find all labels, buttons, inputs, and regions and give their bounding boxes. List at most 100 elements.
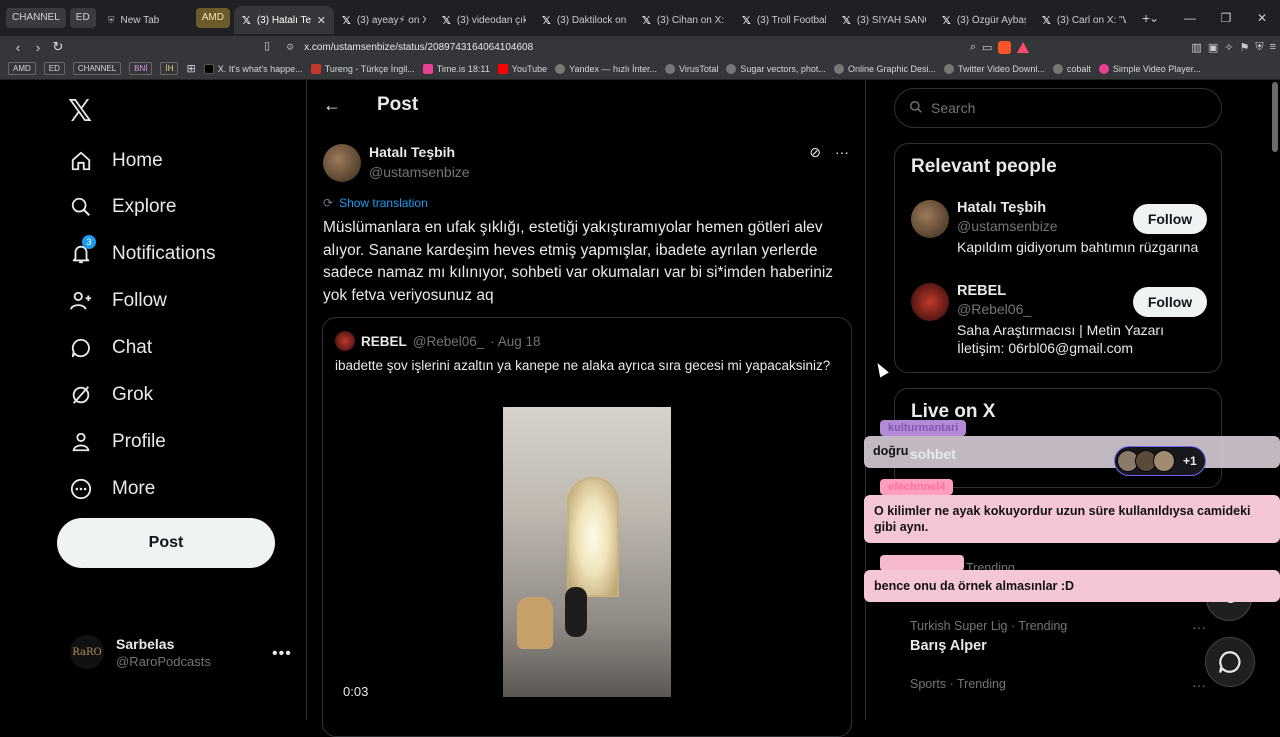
nav-label: Profile — [112, 431, 166, 452]
avatar: RaRO — [70, 635, 104, 669]
tab-group-amd[interactable]: AMD — [195, 8, 230, 28]
messages-fab-button[interactable] — [1205, 637, 1255, 687]
x-logo-icon[interactable]: 𝕏 — [68, 94, 92, 129]
forward-icon[interactable]: › — [28, 40, 48, 55]
account-name: Sarbelas — [116, 635, 175, 652]
site-info-icon[interactable]: ⚙ — [286, 42, 294, 53]
nav-home[interactable]: Home — [68, 148, 163, 174]
trend-item[interactable]: Turkish Super Lig · Trending Barış Alper… — [910, 619, 1206, 654]
tab-new-tab[interactable]: ⛨ New Tab — [100, 6, 192, 34]
window-close-icon[interactable]: ✕ — [1244, 11, 1280, 25]
account-switcher[interactable]: RaRO Sarbelas @RaroPodcasts — [70, 635, 211, 669]
avatar[interactable] — [323, 144, 361, 182]
apps-grid-icon[interactable]: ⊞ — [186, 62, 195, 75]
follow-button[interactable]: Follow — [1133, 287, 1207, 317]
bookmark-item[interactable]: Yandex — hızlı İnter... — [555, 63, 657, 74]
restore-icon[interactable]: ❐ — [1208, 11, 1244, 25]
chat-username: kulturmantari — [880, 420, 967, 436]
avatar — [335, 331, 355, 351]
url-field[interactable]: ⚙ x.com/ustamsenbize/status/208974316406… — [286, 38, 1006, 56]
bookmark-item[interactable]: VirusTotal — [665, 63, 718, 74]
tab-group-ed[interactable]: ED — [69, 8, 96, 28]
brave-shields-icon[interactable] — [998, 40, 1012, 54]
bookmark-icon[interactable]: ▯ — [264, 39, 270, 52]
grok-icon[interactable]: ⊘ — [809, 144, 821, 161]
more-dots-icon[interactable]: ··· — [1192, 619, 1206, 635]
menu-icon[interactable]: ≡ — [1270, 41, 1276, 53]
avatar — [911, 200, 949, 238]
bookmark-folder[interactable]: İH — [160, 62, 179, 75]
bookmark-item[interactable]: Simple Video Player... — [1098, 63, 1201, 74]
bookmark-folder[interactable]: CHANNEL — [72, 62, 122, 75]
bookmark-label: X. It's what's happe... — [217, 63, 303, 74]
search-placeholder: Search — [931, 100, 976, 116]
window-controls: ⌄ — ❐ ✕ — [1136, 0, 1280, 36]
tab-active[interactable]: 𝕏 (3) Hatalı Teşbih ✕ — [233, 6, 334, 34]
bookmark-item[interactable]: X. It's what's happe... — [203, 63, 303, 74]
nav-profile[interactable]: Profile — [68, 429, 166, 455]
tab[interactable]: 𝕏 (3) Carl on X: "Whe — [1034, 6, 1134, 34]
extensions-icon[interactable]: ⚑ — [1239, 41, 1249, 54]
more-dots-icon[interactable]: ··· — [1192, 677, 1206, 693]
back-arrow-icon[interactable]: ← — [323, 95, 341, 116]
quote-author-handle: @Rebel06_ — [412, 333, 485, 349]
bookmark-item[interactable]: Tureng - Türkçe İngil... — [310, 63, 415, 74]
tab[interactable]: 𝕏 (3) Troll Football on — [734, 6, 834, 34]
tab[interactable]: 𝕏 (3) SİYAH SANCAK — [834, 6, 934, 34]
tab[interactable]: 𝕏 (3) ayeay⚡ on X: " — [334, 6, 434, 34]
brave-rewards-icon[interactable] — [1017, 41, 1030, 53]
bookmark-item[interactable]: Online Graphic Desi... — [833, 63, 936, 74]
trend-item[interactable]: Sports · Trending ··· — [910, 677, 1206, 693]
cast-icon[interactable]: ▭ — [982, 41, 992, 54]
scrollbar[interactable] — [1272, 82, 1278, 152]
tab-title: (3) Daktilock on X: — [556, 14, 626, 26]
show-translation-link[interactable]: ⟳ Show translation — [323, 196, 428, 210]
quoted-post[interactable]: REBEL @Rebel06_ · Aug 18 ibadette şov iş… — [322, 317, 852, 737]
bookmark-folder[interactable]: ED — [43, 62, 65, 75]
bookmark-folder[interactable]: BNİ — [129, 62, 153, 75]
tab[interactable]: 𝕏 (3) Daktilock on X: — [534, 6, 634, 34]
author-handle[interactable]: @ustamsenbize — [369, 164, 470, 180]
notification-badge: 3 — [82, 235, 96, 249]
bookmarks-bar: AMD ED CHANNEL BNİ İH ⊞ X. It's what's h… — [0, 58, 1280, 80]
search-input[interactable]: Search — [894, 88, 1222, 128]
tab[interactable]: 𝕏 (3) Özgür Aybaş on — [934, 6, 1034, 34]
nav-notifications[interactable]: 3 Notifications — [68, 235, 216, 267]
live-avatars[interactable]: +1 — [1114, 446, 1206, 476]
author-name[interactable]: Hatalı Teşbih — [369, 144, 470, 160]
leo-icon[interactable]: ✧ — [1224, 41, 1233, 54]
nav-grok[interactable]: Grok — [68, 382, 153, 408]
bookmark-folder[interactable]: AMD — [8, 62, 36, 75]
wallet-icon[interactable]: ▣ — [1208, 41, 1218, 54]
sidebar-icon[interactable]: ▥ — [1191, 41, 1201, 54]
vpn-icon[interactable]: ⛨ — [1255, 41, 1263, 54]
zoom-icon[interactable]: ⌕ — [970, 41, 976, 54]
tab[interactable]: 𝕏 (3) Cihan on X: "ula — [634, 6, 734, 34]
more-dots-icon[interactable]: ••• — [272, 645, 292, 663]
minimize-icon[interactable]: — — [1172, 11, 1208, 25]
close-icon[interactable]: ✕ — [317, 14, 326, 27]
post-button[interactable]: Post — [57, 518, 275, 568]
tab-search-chevron-icon[interactable]: ⌄ — [1136, 11, 1172, 25]
search-icon — [68, 194, 94, 220]
x-favicon-icon — [203, 63, 214, 74]
video-player[interactable] — [503, 407, 671, 697]
follow-button[interactable]: Follow — [1133, 204, 1207, 234]
bookmark-item[interactable]: Sugar vectors, phot... — [726, 63, 826, 74]
card-title: Relevant people — [911, 156, 1057, 177]
search-icon — [909, 100, 923, 117]
back-icon[interactable]: ‹ — [8, 40, 28, 55]
bookmark-item[interactable]: Time.is 18:11 — [422, 63, 490, 74]
bookmark-item[interactable]: YouTube — [497, 63, 547, 74]
nav-follow[interactable]: Follow — [68, 288, 167, 314]
more-dots-icon[interactable]: ··· — [835, 144, 849, 161]
tab[interactable]: 𝕏 (3) videodan çıkam — [434, 6, 534, 34]
tab-group-channel[interactable]: CHANNEL — [6, 8, 66, 28]
bookmark-item[interactable]: cobalt — [1052, 63, 1091, 74]
nav-more[interactable]: More — [68, 476, 155, 502]
reload-icon[interactable]: ↻ — [48, 39, 68, 55]
tab-title: (3) Carl on X: "Whe — [1056, 14, 1126, 26]
bookmark-item[interactable]: Twitter Video Downl... — [943, 63, 1045, 74]
nav-chat[interactable]: Chat — [68, 335, 152, 361]
nav-explore[interactable]: Explore — [68, 194, 176, 220]
